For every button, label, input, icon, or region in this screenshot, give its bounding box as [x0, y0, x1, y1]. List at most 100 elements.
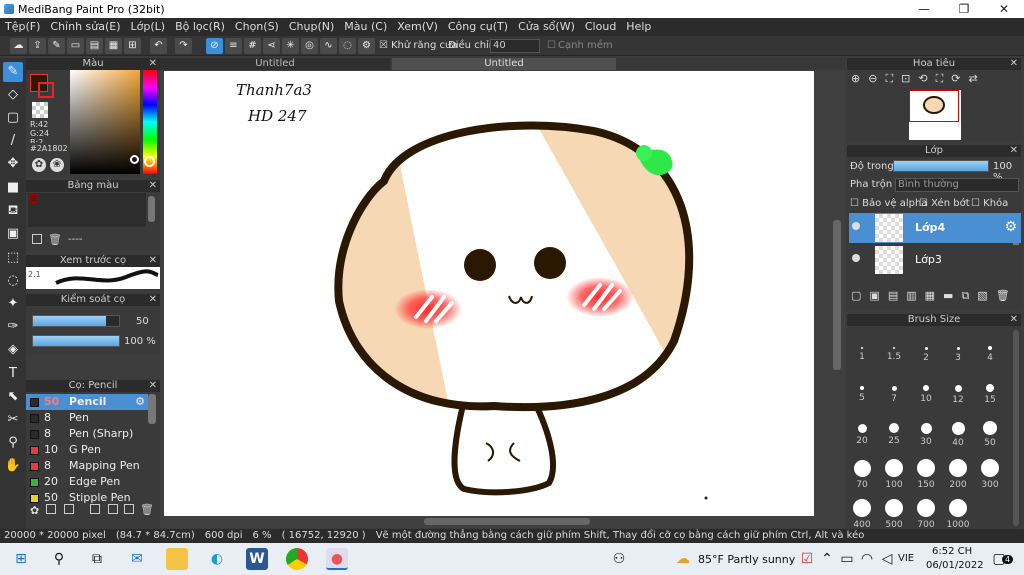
- layer-visibility-icon[interactable]: [852, 254, 860, 262]
- brush-item[interactable]: 50 Pencil ⚙: [26, 394, 148, 410]
- rotate-right-icon[interactable]: ⟳: [951, 72, 968, 85]
- new-layer-icon[interactable]: ▢: [851, 289, 869, 302]
- restore-button[interactable]: ❐: [944, 0, 984, 18]
- wifi-icon[interactable]: ◠: [856, 548, 878, 570]
- brush-size-preset[interactable]: 1: [847, 334, 877, 370]
- menu-help[interactable]: Help: [621, 18, 656, 36]
- file-explorer-icon[interactable]: [166, 548, 188, 570]
- brush-size-preset[interactable]: 700: [911, 494, 941, 530]
- navigator-thumbnail[interactable]: [909, 90, 961, 140]
- brush-size-preset[interactable]: 40: [943, 414, 973, 450]
- layer-opacity-slider[interactable]: [893, 160, 989, 172]
- menu-filter[interactable]: Bộ lọc(R): [170, 18, 230, 36]
- eraser-tool-icon[interactable]: ◇: [3, 85, 23, 105]
- brush-size-preset[interactable]: 15: [975, 374, 1005, 410]
- comment-icon[interactable]: ✎: [48, 38, 65, 54]
- brush-item[interactable]: 50 Stipple Pen: [26, 490, 148, 506]
- delete-layer-icon[interactable]: 🗑: [996, 289, 1018, 302]
- brush-size-preset[interactable]: 150: [911, 454, 941, 490]
- tray-chevron-icon[interactable]: ⌃: [816, 548, 838, 570]
- line-tool-icon[interactable]: /: [3, 131, 23, 151]
- undo-icon[interactable]: ↶: [150, 38, 167, 54]
- menu-color[interactable]: Màu (C): [339, 18, 392, 36]
- tab-untitled-2[interactable]: Untitled: [392, 58, 616, 70]
- bucket-tool-icon[interactable]: ⛾: [3, 201, 23, 221]
- snap-settings-icon[interactable]: ⚙: [358, 38, 375, 54]
- folder-icon[interactable]: ▬: [943, 289, 961, 302]
- background-color[interactable]: [32, 102, 48, 118]
- magic-wand-tool-icon[interactable]: ✦: [3, 294, 23, 314]
- brush-size-preset[interactable]: 300: [975, 454, 1005, 490]
- brush-size-preset[interactable]: 20: [847, 414, 877, 450]
- brush-size-preset[interactable]: 4: [975, 334, 1005, 370]
- palette-wheel-icon[interactable]: ✿: [32, 158, 46, 172]
- clock-date[interactable]: 06/01/2022: [926, 560, 984, 571]
- layout-icon[interactable]: ⊞: [124, 38, 141, 54]
- snap-circle-icon[interactable]: ◎: [301, 38, 318, 54]
- select-pen-tool-icon[interactable]: ✑: [3, 317, 23, 337]
- brush-size-preset[interactable]: 70: [847, 454, 877, 490]
- merge-icon[interactable]: ⧉: [961, 289, 977, 302]
- adjust-input[interactable]: 40: [490, 39, 540, 53]
- delete-swatch-icon[interactable]: 🗑: [48, 233, 62, 246]
- menu-view[interactable]: Xem(V): [392, 18, 443, 36]
- palette-mix-icon[interactable]: ❀: [50, 158, 64, 172]
- divide-tool-icon[interactable]: ✂: [3, 410, 23, 430]
- brush-size-preset[interactable]: 2: [911, 334, 941, 370]
- clipping-checkbox[interactable]: ☐ Xén bớt: [919, 198, 970, 209]
- export-icon[interactable]: ⇪: [29, 38, 46, 54]
- close-button[interactable]: ✕: [984, 0, 1024, 18]
- hand-tool-icon[interactable]: ✋: [3, 456, 23, 476]
- task-view-icon[interactable]: ⧉: [86, 548, 108, 570]
- new-halftone-layer-icon[interactable]: ▣: [869, 289, 887, 302]
- people-icon[interactable]: ⚇: [608, 548, 630, 570]
- menu-file[interactable]: Tệp(F): [0, 18, 45, 36]
- brush-size-preset[interactable]: 5: [847, 374, 877, 410]
- rect-tool-icon[interactable]: ▢: [3, 108, 23, 128]
- menu-window[interactable]: Cửa sổ(W): [513, 18, 580, 36]
- drawing-canvas[interactable]: Thanh7a3 HD 247: [164, 71, 814, 516]
- select-eraser-tool-icon[interactable]: ◈: [3, 340, 23, 360]
- new-1bit-layer-icon[interactable]: ▥: [906, 289, 924, 302]
- brush-size-preset[interactable]: 3: [943, 334, 973, 370]
- blend-select[interactable]: Bình thường: [895, 178, 1019, 192]
- brush-size-preset[interactable]: 7: [879, 374, 909, 410]
- fit-icon[interactable]: ⛶: [885, 72, 901, 85]
- brush-size-preset[interactable]: 500: [879, 494, 909, 530]
- chat-icon[interactable]: ▭: [67, 38, 84, 54]
- rotate-left-icon[interactable]: ⟲: [918, 72, 935, 85]
- mail-icon[interactable]: ✉: [126, 548, 148, 570]
- snap-grid-icon[interactable]: #: [244, 38, 261, 54]
- antialias-checkbox-mark[interactable]: ☒: [379, 40, 388, 51]
- gradient-tool-icon[interactable]: ▣: [3, 224, 23, 244]
- fullscreen-icon[interactable]: ⛶: [936, 72, 952, 85]
- snap-vanish-icon[interactable]: ⋖: [263, 38, 280, 54]
- operation-tool-icon[interactable]: ⬉: [3, 387, 23, 407]
- saturation-picker[interactable]: [70, 70, 140, 174]
- brush-tool-icon[interactable]: ✎: [3, 62, 23, 82]
- brush-item[interactable]: 20 Edge Pen: [26, 474, 148, 490]
- brush-size-preset[interactable]: 200: [943, 454, 973, 490]
- medibang-taskbar-icon[interactable]: ●: [326, 548, 348, 570]
- actual-size-icon[interactable]: ⊡: [901, 72, 918, 85]
- brush-size-preset[interactable]: 400: [847, 494, 877, 530]
- brush-item[interactable]: 10 G Pen: [26, 442, 148, 458]
- tray-app-icon[interactable]: ☑: [796, 548, 818, 570]
- brush-size-preset[interactable]: 1.5: [879, 334, 909, 370]
- brush-opacity-slider[interactable]: [32, 335, 120, 347]
- brush-size-preset[interactable]: 100: [879, 454, 909, 490]
- layer-visibility-icon[interactable]: [852, 222, 860, 230]
- layer-settings-gear-icon[interactable]: ⚙: [1004, 219, 1017, 235]
- cloud-icon[interactable]: ☁: [10, 38, 27, 54]
- brush-size-preset[interactable]: 50: [975, 414, 1005, 450]
- text-tool-icon[interactable]: T: [3, 364, 23, 384]
- zoom-in-icon[interactable]: ⊕: [851, 72, 868, 85]
- brush-size-preset[interactable]: 25: [879, 414, 909, 450]
- snap-curve-icon[interactable]: ∿: [320, 38, 337, 54]
- brush-size-preset[interactable]: 10: [911, 374, 941, 410]
- brush-item[interactable]: 8 Mapping Pen: [26, 458, 148, 474]
- brush-size-preset[interactable]: 12: [943, 374, 973, 410]
- copy-layer-icon[interactable]: ▦: [925, 289, 943, 302]
- windows-start-icon[interactable]: ⊞: [10, 548, 32, 570]
- hue-slider[interactable]: [143, 70, 157, 174]
